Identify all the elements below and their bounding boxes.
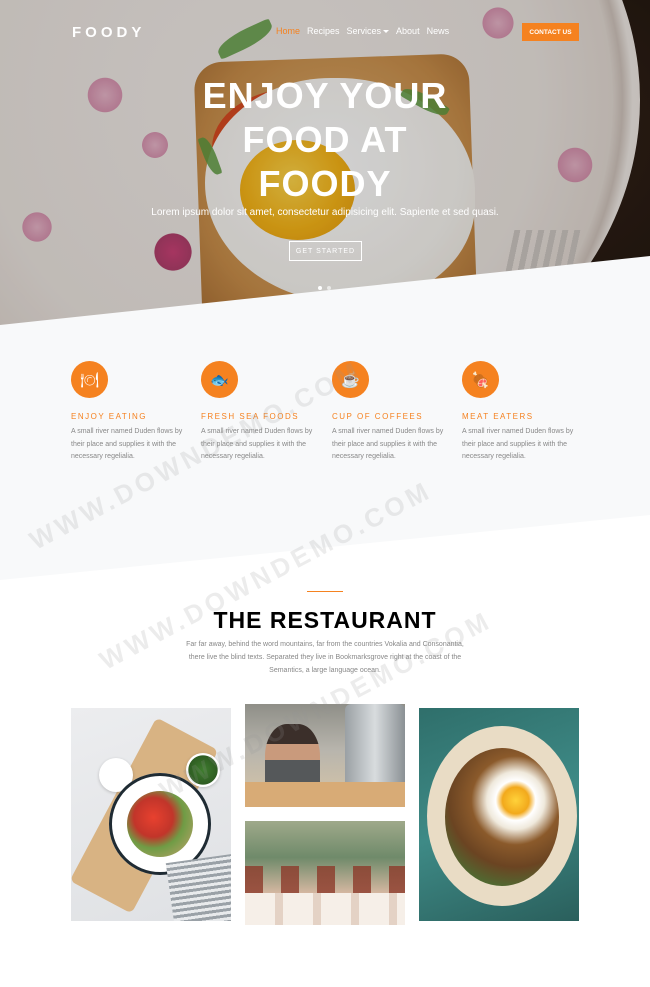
feature-enjoy-eating: 🍽 ENJOY EATING A small river named Duden… xyxy=(71,361,186,464)
section-title: THE RESTAURANT xyxy=(213,607,437,633)
hero-subtitle: Lorem ipsum dolor sit amet, consectetur … xyxy=(151,207,499,218)
feature-title: CUP OF COFFEES xyxy=(332,412,424,421)
contact-us-button[interactable]: CONTACT US xyxy=(522,23,579,41)
nav-item-services-label: Services xyxy=(346,26,382,36)
coffee-cup-icon: ☕ xyxy=(332,361,369,398)
nav-item-home[interactable]: Home xyxy=(276,26,300,36)
plate-cutlery-icon: 🍽 xyxy=(71,361,108,398)
feature-title: MEAT EATERS xyxy=(462,412,534,421)
egg-plate-image xyxy=(427,726,577,906)
coffee-machine-image xyxy=(345,704,405,789)
chairs-image xyxy=(245,866,405,896)
feature-text: A small river named Duden flows by their… xyxy=(201,428,313,460)
nav-item-services[interactable]: Services xyxy=(347,26,390,36)
feature-title: FRESH SEA FOODS xyxy=(201,412,300,421)
hero-title-line: ENJOY YOUR xyxy=(202,75,448,116)
chevron-down-icon xyxy=(383,30,390,34)
feature-cup-of-coffees: ☕ CUP OF COFFEES A small river named Dud… xyxy=(332,361,447,464)
site-logo[interactable]: FOODY xyxy=(72,24,145,41)
gallery-photo-dining-room[interactable] xyxy=(245,821,405,925)
salad-food-image xyxy=(127,791,193,857)
tables-image xyxy=(245,893,405,925)
egg-dish-food-image xyxy=(445,748,559,886)
hero-title: ENJOY YOUR FOOD AT FOODY xyxy=(0,74,650,206)
main-nav: Home Recipes Services About News xyxy=(276,26,449,36)
gallery-photo-salad[interactable] xyxy=(71,708,231,921)
napkin-image xyxy=(165,853,231,921)
slider-dot-active[interactable] xyxy=(318,286,322,290)
feature-meat-eaters: 🍖 MEAT EATERS A small river named Duden … xyxy=(462,361,577,464)
gallery-photo-cafe[interactable] xyxy=(245,704,405,807)
feature-text: A small river named Duden flows by their… xyxy=(462,428,574,460)
slider-dot[interactable] xyxy=(327,286,331,290)
herb-bowl-image xyxy=(186,753,220,787)
hero-title-line: FOOD AT xyxy=(242,119,408,160)
nav-item-about[interactable]: About xyxy=(396,26,420,36)
nav-item-recipes[interactable]: Recipes xyxy=(307,26,340,36)
feature-fresh-sea-foods: 🐟 FRESH SEA FOODS A small river named Du… xyxy=(201,361,316,464)
meat-icon: 🍖 xyxy=(462,361,499,398)
section-text: Far far away, behind the word mountains,… xyxy=(186,641,464,674)
counter-image xyxy=(245,782,405,807)
gallery-photo-egg-dish[interactable] xyxy=(419,708,579,921)
hero-title-line: FOODY xyxy=(258,163,392,204)
feature-title: ENJOY EATING xyxy=(71,412,147,421)
section-divider xyxy=(307,591,343,592)
feature-text: A small river named Duden flows by their… xyxy=(332,428,444,460)
nav-item-news[interactable]: News xyxy=(427,26,450,36)
feature-text: A small river named Duden flows by their… xyxy=(71,428,183,460)
fish-icon: 🐟 xyxy=(201,361,238,398)
get-started-button[interactable]: GET STARTED xyxy=(289,241,362,261)
